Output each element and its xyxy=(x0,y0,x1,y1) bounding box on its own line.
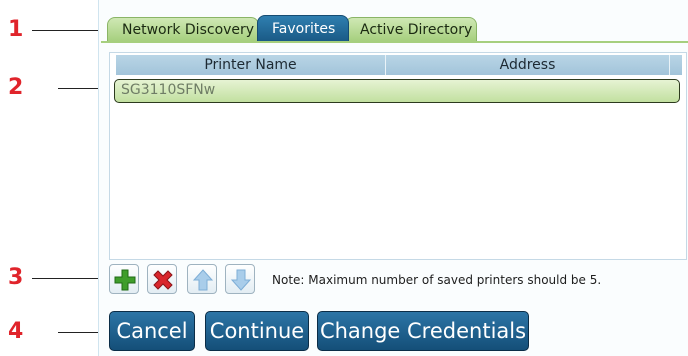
max-printers-note: Note: Maximum number of saved printers s… xyxy=(272,273,602,287)
callout-3: 3 xyxy=(0,265,104,290)
move-down-icon xyxy=(230,269,252,291)
callout-line xyxy=(58,88,98,89)
callout-number: 3 xyxy=(8,265,24,290)
tab-network-discovery[interactable]: Network Discovery xyxy=(107,17,259,41)
list-header: Printer Name Address xyxy=(116,55,682,75)
column-header-printer-name[interactable]: Printer Name xyxy=(116,55,386,75)
tab-active-directory[interactable]: Active Directory xyxy=(345,17,477,41)
remove-printer-button[interactable] xyxy=(147,264,177,294)
printer-name: SG3110SFNw xyxy=(121,82,216,98)
remove-icon xyxy=(153,270,173,290)
add-printer-button[interactable] xyxy=(109,264,139,294)
favorites-printer-list[interactable]: Printer Name Address SG3110SFNw xyxy=(109,52,687,260)
tab-favorites[interactable]: Favorites xyxy=(257,15,349,41)
column-header-filler xyxy=(670,55,682,75)
callout-line xyxy=(32,278,104,279)
add-icon xyxy=(114,269,136,291)
callout-number: 4 xyxy=(8,319,24,344)
callout-line xyxy=(58,332,102,333)
callout-1: 1 xyxy=(0,18,100,42)
continue-button[interactable]: Continue xyxy=(205,311,309,351)
move-down-button[interactable] xyxy=(225,264,255,294)
tab-underline xyxy=(101,41,688,43)
tab-bar: Network Discovery Active Directory Favor… xyxy=(101,13,688,41)
callout-line xyxy=(32,30,98,31)
move-up-icon xyxy=(192,269,214,291)
change-credentials-button[interactable]: Change Credentials xyxy=(317,311,529,351)
list-item[interactable]: SG3110SFNw xyxy=(114,79,680,103)
cancel-button[interactable]: Cancel xyxy=(109,311,195,351)
callout-2: 2 xyxy=(0,76,100,100)
move-up-button[interactable] xyxy=(187,264,217,294)
callout-number: 1 xyxy=(8,17,24,42)
favorites-toolbar: Note: Maximum number of saved printers s… xyxy=(109,264,679,296)
callout-number: 2 xyxy=(8,75,24,100)
callout-4: 4 xyxy=(0,319,102,344)
printer-selection-panel: Network Discovery Active Directory Favor… xyxy=(98,0,688,356)
column-header-address[interactable]: Address xyxy=(386,55,670,75)
